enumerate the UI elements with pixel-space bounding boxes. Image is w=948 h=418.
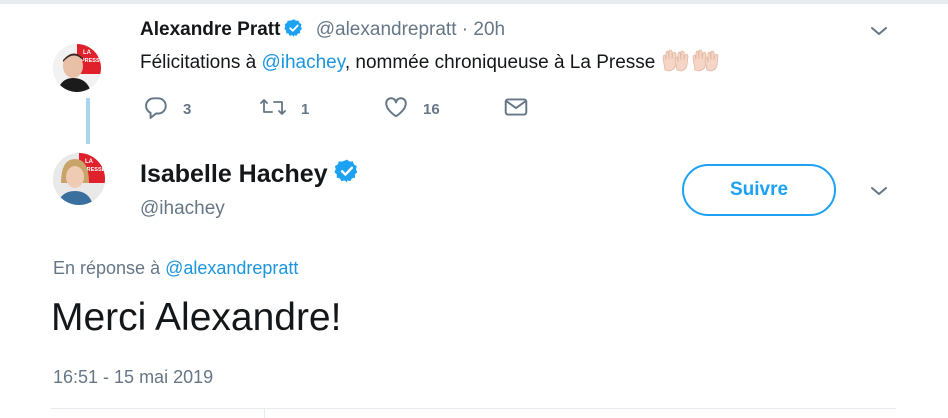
reply-action[interactable]: 3 [143,94,191,124]
direct-message-action[interactable] [503,94,529,124]
parent-tweet-text: Félicitations à @ihachey, nommée chroniq… [140,48,723,78]
thread-connector-line [86,98,90,144]
reply-context: En réponse à @alexandrepratt [53,258,298,279]
svg-text:PRESSE: PRESSE [81,58,101,64]
like-count: 16 [423,100,440,118]
parent-tweet-header: Alexandre Pratt @alexandrepratt · 20h [140,18,505,44]
parent-text-before: Félicitations à [140,52,262,73]
main-author-name-row: Isabelle Hachey [140,158,360,191]
retweet-count: 1 [301,100,310,118]
clapping-hands-emoji [661,48,723,78]
header-separator: · [461,19,469,40]
parent-author-avatar[interactable]: LA PRESSE [53,44,101,92]
main-author-name[interactable]: Isabelle Hachey [140,160,328,188]
svg-text:LA: LA [83,50,92,56]
parent-author-name[interactable]: Alexandre Pratt [140,19,280,40]
parent-tweet-time[interactable]: 20h [473,19,505,40]
verified-badge-icon [284,18,304,44]
like-heart-icon[interactable] [383,94,409,125]
top-separator [0,0,948,4]
reply-count: 3 [183,100,192,118]
direct-message-icon[interactable] [503,94,529,125]
tweet-timestamp[interactable]: 16:51 - 15 mai 2019 [53,367,213,388]
main-author-avatar[interactable]: LA PRESSE [53,153,105,205]
parent-mention-link[interactable]: @ihachey [261,52,344,73]
svg-text:LA: LA [85,159,94,165]
retweet-action[interactable]: 1 [259,94,309,124]
stats-divider [264,408,265,418]
main-author-handle[interactable]: @ihachey [140,198,225,220]
reply-mention-link[interactable]: @alexandrepratt [165,258,298,278]
follow-button[interactable]: Suivre [682,164,836,216]
parent-author-handle[interactable]: @alexandrepratt [316,19,457,40]
retweet-icon[interactable] [259,94,287,125]
chevron-down-icon[interactable] [870,184,888,202]
reply-prefix: En réponse à [53,258,166,278]
chevron-down-icon[interactable] [870,24,888,42]
bottom-divider [51,408,896,409]
parent-text-after: , nommée chroniqueuse à La Presse [344,52,656,73]
like-action[interactable]: 16 [383,94,440,124]
main-tweet-text: Merci Alexandre! [51,296,342,339]
verified-badge-icon [334,158,360,191]
reply-icon[interactable] [143,94,169,125]
